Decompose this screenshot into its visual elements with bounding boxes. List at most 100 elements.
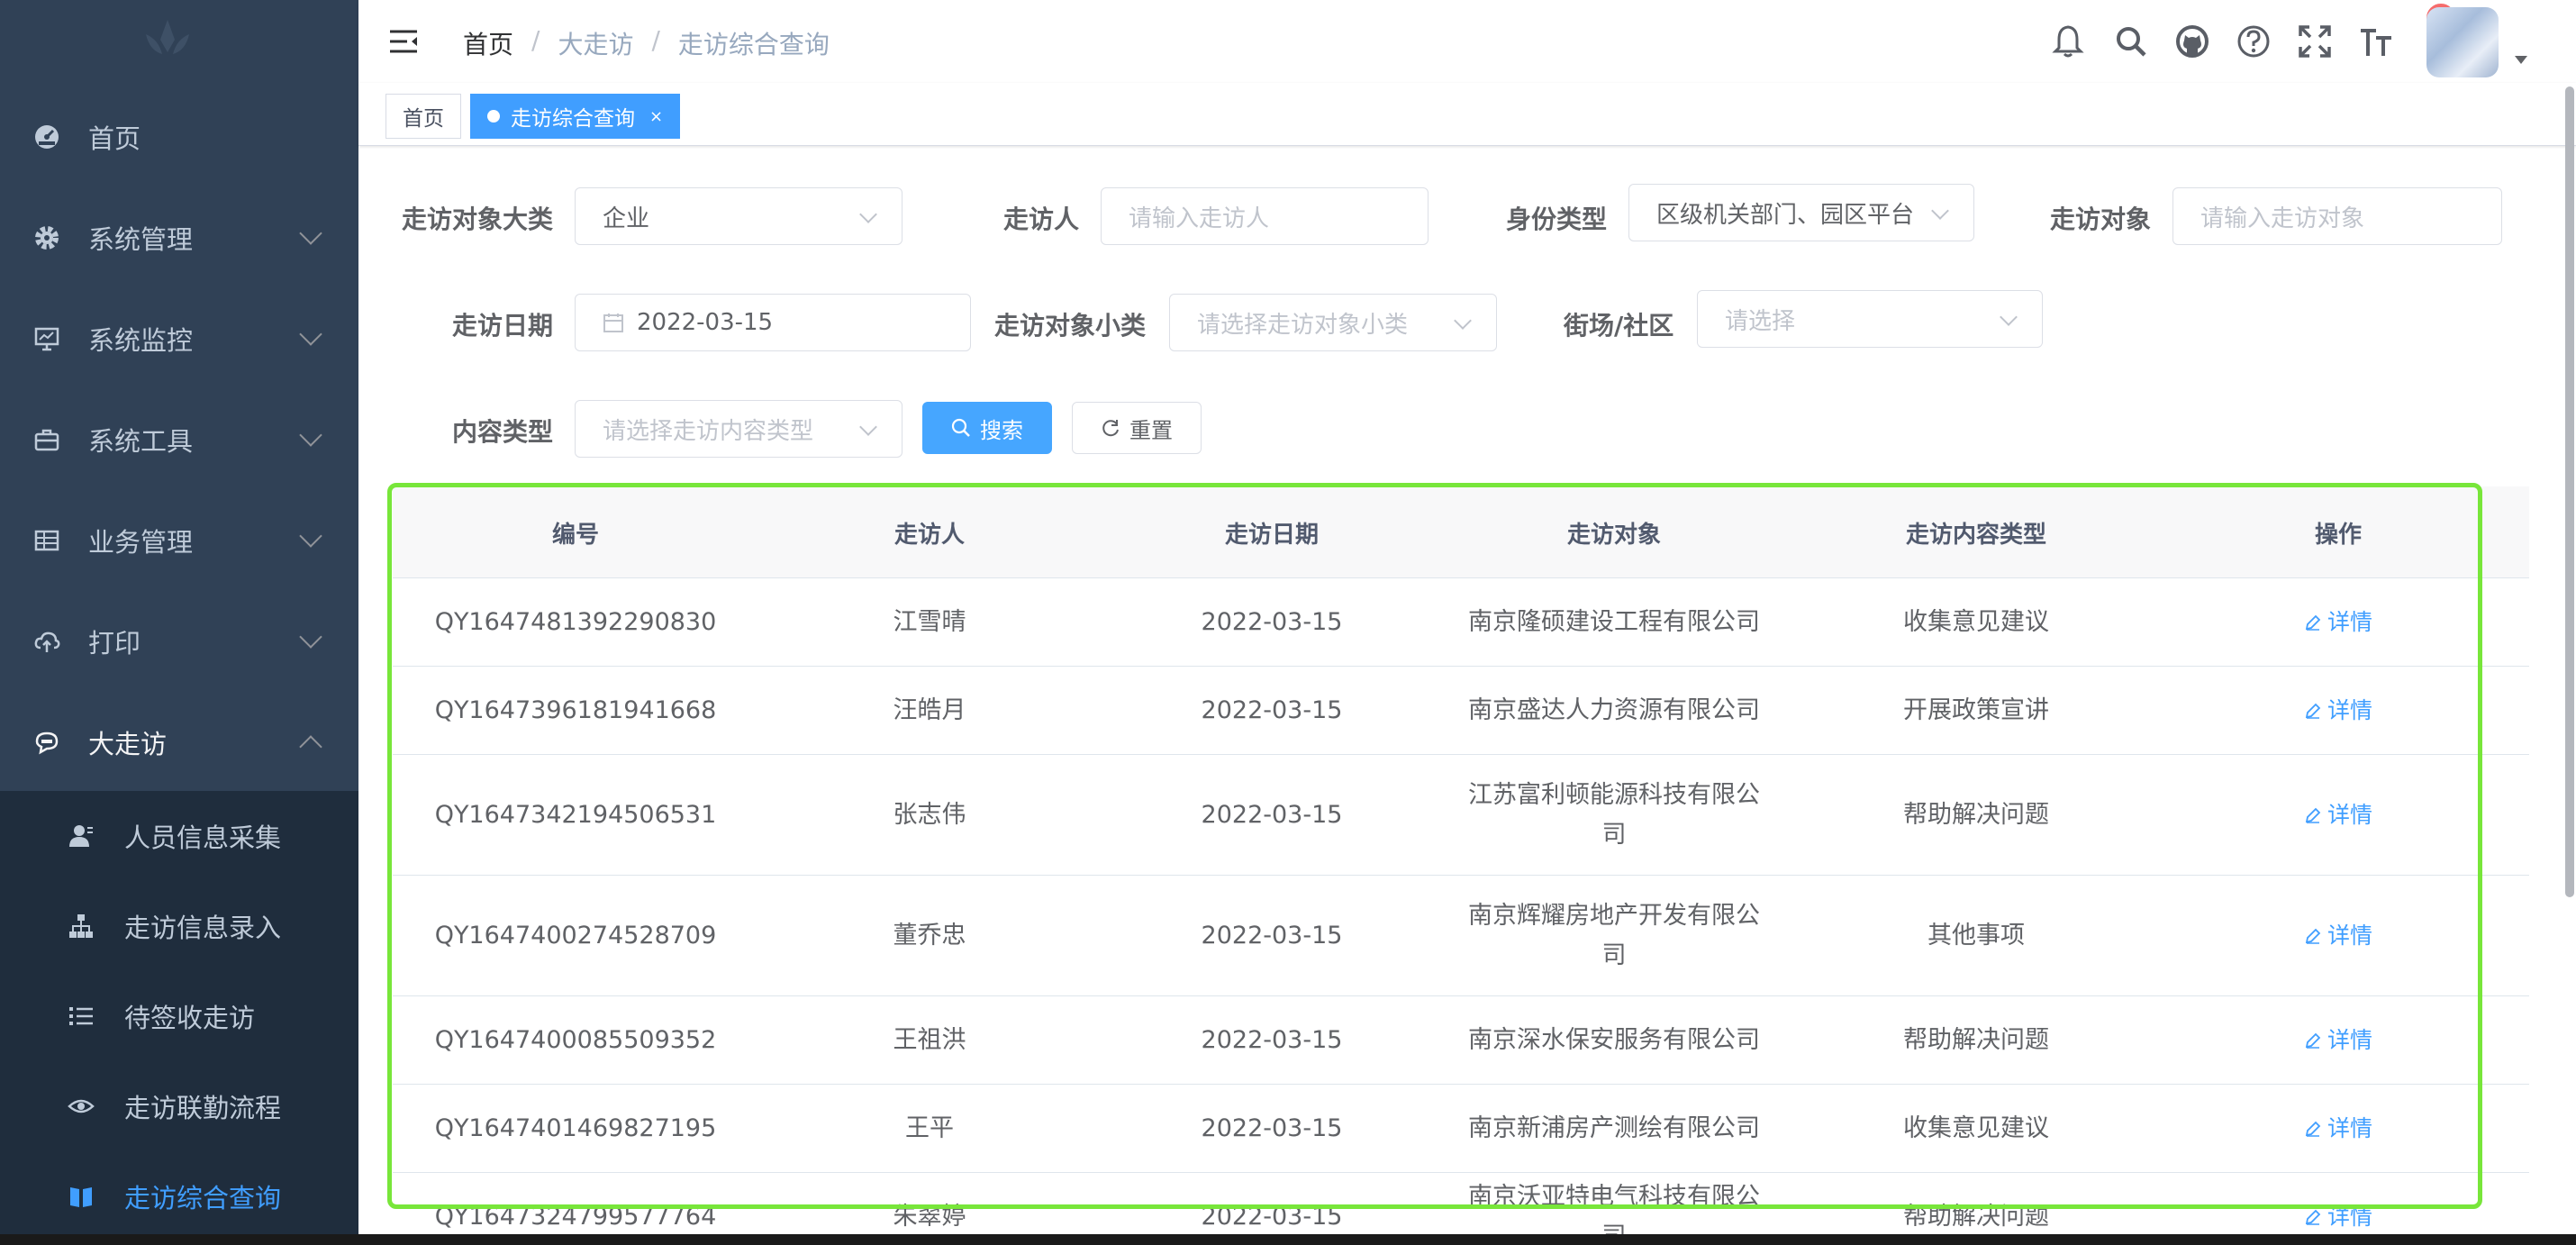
font-size-icon[interactable] xyxy=(2356,22,2396,61)
detail-button[interactable]: 详情 xyxy=(2167,667,2509,754)
table-row: QY1647401469827195 王平 2022-03-15 南京新浦房产测绘有限… xyxy=(393,1085,2529,1173)
reset-button[interactable]: 重置 xyxy=(1072,402,1202,454)
table-cell-visitor: 王祖洪 xyxy=(893,1025,966,1054)
sidebar-item-label: 系统管理 xyxy=(88,224,194,255)
close-icon[interactable]: × xyxy=(649,107,663,126)
detail-button[interactable]: 详情 xyxy=(2167,1085,2509,1172)
tag-home[interactable]: 首页 xyxy=(385,94,461,139)
sidebar-item-print[interactable]: 打印 xyxy=(0,591,358,692)
sidebar: 首页 系统管理 系统监控 系统工具 业务管理 打印 大走访 人员信息采集 走访信… xyxy=(0,0,358,1245)
sidebar-subitem-person-info[interactable]: 人员信息采集 xyxy=(0,791,358,881)
chevron-down-icon xyxy=(1454,312,1472,330)
table-icon xyxy=(32,526,61,555)
chevron-down-icon xyxy=(299,222,322,245)
scrollbar[interactable] xyxy=(2565,86,2574,897)
chat-icon xyxy=(32,728,61,757)
detail-button[interactable]: 详情 xyxy=(2167,755,2509,875)
table-cell-type: 收集意见建议 xyxy=(1903,1113,2049,1142)
chevron-down-icon xyxy=(299,524,322,548)
table-row: QY1647400085509352 王祖洪 2022-03-15 南京深水保安服务有… xyxy=(393,996,2529,1085)
search-button[interactable]: 搜索 xyxy=(922,402,1052,454)
table-cell-id: QY1647401469827195 xyxy=(434,1113,717,1142)
sidebar-item-home[interactable]: 首页 xyxy=(0,86,358,187)
visitor-label: 走访人 xyxy=(1003,204,1080,234)
sidebar-item-monitor[interactable]: 系统监控 xyxy=(0,288,358,389)
visitor-input[interactable]: 请输入走访人 xyxy=(1101,187,1429,245)
placeholder: 请输入走访对象 xyxy=(2200,204,2365,232)
tags-view: 首页 走访综合查询 × xyxy=(358,83,2576,146)
sidebar-subitem-joint-flow[interactable]: 走访联勤流程 xyxy=(0,1061,358,1151)
chevron-down-icon xyxy=(299,423,322,447)
target-input[interactable]: 请输入走访对象 xyxy=(2172,187,2502,245)
column-header: 走访内容类型 xyxy=(1905,521,2046,549)
chevron-down-icon xyxy=(1931,202,1949,220)
table-cell-visitor: 汪皓月 xyxy=(893,695,966,724)
sidebar-item-tools[interactable]: 系统工具 xyxy=(0,389,358,490)
edit-icon xyxy=(2305,928,2321,944)
navbar: 首页 / 大走访 / 走访综合查询 8 xyxy=(358,0,2576,83)
table-row: QY1647400274528709 董乔忠 2022-03-15 南京辉耀房地产开发… xyxy=(393,876,2529,996)
caret-down-icon[interactable] xyxy=(2515,56,2527,64)
table-cell-target: 南京盛达人力资源有限公司 xyxy=(1468,695,1760,724)
monitor-icon xyxy=(32,324,61,353)
cloud-upload-icon xyxy=(32,627,61,656)
logo-icon xyxy=(146,20,189,54)
table-cell-visitor: 张志伟 xyxy=(893,800,966,829)
search-icon[interactable] xyxy=(2111,22,2151,61)
question-icon[interactable] xyxy=(2234,22,2273,61)
identity-select[interactable]: 区级机关部门、园区平台 xyxy=(1628,184,1974,241)
sidebar-subitem-visit-entry[interactable]: 走访信息录入 xyxy=(0,881,358,971)
date-value: 2022-03-15 xyxy=(637,309,774,336)
column-header: 操作 xyxy=(2314,521,2362,549)
edit-icon xyxy=(2305,703,2321,719)
edit-icon xyxy=(2305,1032,2321,1049)
category-label: 走访对象大类 xyxy=(402,204,554,234)
table-cell-type: 帮助解决问题 xyxy=(1903,800,2049,829)
calendar-icon xyxy=(603,314,623,332)
sidebar-item-label: 人员信息采集 xyxy=(124,822,282,853)
table-cell-date: 2022-03-15 xyxy=(1201,1113,1343,1142)
sidebar-item-label: 首页 xyxy=(88,123,141,154)
hamburger-icon[interactable] xyxy=(387,25,420,58)
content-type-select[interactable]: 请选择走访内容类型 xyxy=(575,400,903,458)
detail-button[interactable]: 详情 xyxy=(2167,996,2509,1084)
refresh-icon xyxy=(1102,420,1119,437)
chevron-up-icon xyxy=(299,735,322,759)
sidebar-item-label: 系统工具 xyxy=(88,426,194,457)
detail-label: 详情 xyxy=(2327,608,2372,635)
category-select[interactable]: 企业 xyxy=(575,187,903,245)
table-cell-type: 其他事项 xyxy=(1927,921,2025,950)
table-cell-date: 2022-03-15 xyxy=(1201,1025,1343,1054)
detail-button[interactable]: 详情 xyxy=(2167,578,2509,666)
table-row: QY1647342194506531 张志伟 2022-03-15 江苏富利顿能源科技… xyxy=(393,755,2529,876)
button-label: 搜索 xyxy=(980,417,1023,443)
detail-button[interactable]: 详情 xyxy=(2167,876,2509,995)
table-cell-visitor: 江雪晴 xyxy=(893,607,966,636)
github-icon[interactable] xyxy=(2172,22,2212,61)
content-type-label: 内容类型 xyxy=(452,417,554,447)
bell-icon[interactable] xyxy=(2048,22,2088,61)
toolbox-icon xyxy=(32,425,61,454)
tag-visit-query[interactable]: 走访综合查询 × xyxy=(470,94,681,139)
window-bottom-edge xyxy=(0,1234,2576,1245)
sidebar-item-label: 走访综合查询 xyxy=(124,1183,282,1213)
street-select[interactable]: 请选择 xyxy=(1697,290,2043,348)
sidebar-subitem-pending[interactable]: 待签收走访 xyxy=(0,971,358,1061)
breadcrumb-visit[interactable]: 大走访 xyxy=(558,25,633,61)
sidebar-item-system[interactable]: 系统管理 xyxy=(0,187,358,288)
table-cell-target: 南京深水保安服务有限公司 xyxy=(1468,1025,1760,1054)
sidebar-item-label: 业务管理 xyxy=(88,527,194,558)
subcategory-select[interactable]: 请选择走访对象小类 xyxy=(1169,294,1497,351)
fullscreen-icon[interactable] xyxy=(2295,22,2335,61)
avatar[interactable] xyxy=(2426,7,2499,77)
select-value: 企业 xyxy=(603,204,650,232)
breadcrumb-home[interactable]: 首页 xyxy=(463,25,513,61)
table-cell-id: QY1647400274528709 xyxy=(434,921,717,950)
sidebar-item-business[interactable]: 业务管理 xyxy=(0,490,358,591)
sidebar-item-visit[interactable]: 大走访 xyxy=(0,692,358,793)
sidebar-subitem-query[interactable]: 走访综合查询 xyxy=(0,1151,358,1241)
sidebar-item-label: 系统监控 xyxy=(88,325,194,356)
date-picker[interactable]: 2022-03-15 xyxy=(575,294,971,351)
table-cell-id: QY1647342194506531 xyxy=(434,800,717,829)
dashboard-icon xyxy=(32,123,61,151)
